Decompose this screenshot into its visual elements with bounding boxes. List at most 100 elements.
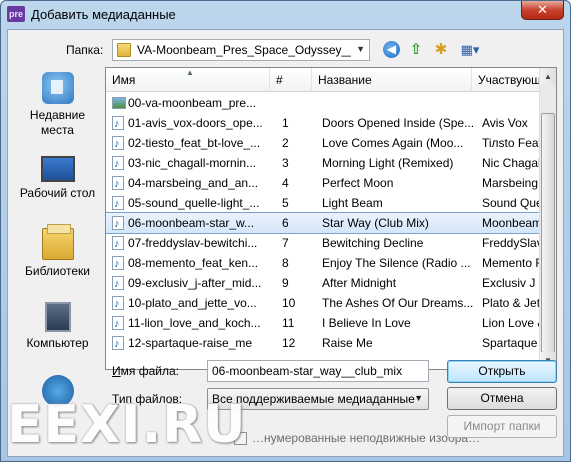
place-label: Компьютер: [26, 336, 89, 350]
track-number-cell: 5: [282, 196, 289, 210]
view-menu-icon[interactable]: ▦▾: [455, 40, 485, 60]
file-rows: 00-va-moonbeam_pre... 01-avis_vox-doors_o…: [106, 93, 541, 354]
audio-file-icon: [112, 294, 124, 314]
new-folder-icon[interactable]: ✱: [431, 40, 451, 60]
file-row[interactable]: 10-plato_and_jette_vo... 10 The Ashes Of O…: [106, 293, 540, 314]
filename-label: Имя файла:: [112, 364, 179, 378]
open-button[interactable]: Открыть: [447, 360, 557, 383]
up-folder-icon[interactable]: ⇧: [406, 40, 426, 60]
file-row[interactable]: 03-nic_chagall-mornin... 3 Morning Light (…: [106, 153, 540, 174]
artist-cell: Spartaque: [482, 336, 538, 350]
window-title: Добавить медиаданные: [31, 7, 176, 22]
place-recent[interactable]: Недавние места: [15, 72, 100, 138]
file-row[interactable]: 08-memento_feat_ken... 8 Enjoy The Silence…: [106, 253, 540, 274]
file-row[interactable]: 09-exclusiv_j-after_mid... 9 After Midnigh…: [106, 273, 540, 294]
filename-field[interactable]: [207, 360, 429, 382]
sort-ascending-icon: ▲: [186, 68, 194, 77]
close-button[interactable]: ✕: [521, 1, 564, 20]
back-icon[interactable]: ◀: [383, 41, 400, 58]
computer-icon: [44, 302, 71, 332]
file-row[interactable]: 06-moonbeam-star_w... 6 Star Way (Club Mix…: [106, 212, 541, 234]
file-row[interactable]: 11-lion_love_and_koch... 11 I Believe In L…: [106, 313, 540, 334]
track-number-cell: 9: [282, 276, 289, 290]
file-name-cell: 07-freddyslav-bewitchi...: [128, 236, 258, 250]
place-computer[interactable]: Компьютер: [15, 302, 100, 351]
track-number-cell: 2: [282, 136, 289, 150]
file-name-cell: 09-exclusiv_j-after_mid...: [128, 276, 262, 290]
chevron-down-icon: ▼: [356, 44, 365, 54]
file-row[interactable]: 04-marsbeing_and_an... 4 Perfect Moon Marsb…: [106, 173, 540, 194]
cancel-button[interactable]: Отмена: [447, 387, 557, 410]
artist-cell: Avis Vox: [482, 116, 528, 130]
track-number-cell: 12: [282, 336, 296, 350]
audio-file-icon: [112, 134, 124, 154]
artist-cell: Memento Fe: [482, 256, 540, 270]
artist-cell: Marsbeing &: [482, 176, 540, 190]
track-number-cell: 4: [282, 176, 289, 190]
file-name-cell: 00-va-moonbeam_pre...: [128, 96, 257, 110]
file-row[interactable]: 02-tiesto_feat_bt-love_... 2 Love Comes Ag…: [106, 133, 540, 154]
audio-file-icon: [112, 174, 124, 194]
lookin-combo[interactable]: VA-Moonbeam_Pres_Space_Odyssey__Venu ▼: [112, 39, 370, 61]
file-name-cell: 03-nic_chagall-mornin...: [128, 156, 257, 170]
track-title-cell: Love Comes Again (Moo...: [322, 136, 464, 150]
place-label: Недавние места: [29, 108, 86, 137]
file-row[interactable]: 07-freddyslav-bewitchi... 7 Bewitching Dec…: [106, 233, 540, 254]
chevron-down-icon: ▼: [414, 393, 423, 403]
image-file-icon: [112, 97, 126, 109]
vertical-scrollbar[interactable]: ▲ ▼: [539, 68, 556, 369]
import-folder-button[interactable]: Импорт папки: [447, 415, 557, 438]
list-header: ▲ Имя # Название Участвующ: [106, 68, 542, 92]
scrollbar-thumb[interactable]: [541, 113, 555, 353]
audio-file-icon: [112, 254, 124, 274]
title-bar[interactable]: pre Добавить медиаданные ✕: [1, 1, 570, 29]
track-title-cell: Perfect Moon: [322, 176, 394, 190]
file-name-cell: 08-memento_feat_ken...: [128, 256, 259, 270]
file-name-cell: 05-sound_quelle-light_...: [128, 196, 260, 210]
folder-icon: [117, 43, 131, 57]
recent-places-icon: [41, 72, 74, 104]
track-title-cell: I Believe In Love: [322, 316, 411, 330]
place-desktop[interactable]: Рабочий стол: [15, 152, 100, 201]
audio-file-icon: [112, 314, 124, 334]
audio-file-icon: [112, 194, 124, 214]
scroll-up-icon[interactable]: ▲: [540, 68, 556, 85]
place-libraries[interactable]: Библиотеки: [15, 224, 100, 279]
track-title-cell: Bewitching Decline: [322, 236, 424, 250]
artist-cell: Exclusiv J: [482, 276, 536, 290]
artist-cell: Lion Love &: [482, 316, 540, 330]
track-number-cell: 8: [282, 256, 289, 270]
track-title-cell: Raise Me: [322, 336, 373, 350]
track-number-cell: 1: [282, 116, 289, 130]
column-header-name[interactable]: ▲ Имя: [106, 68, 270, 92]
file-row[interactable]: 00-va-moonbeam_pre...: [106, 93, 540, 113]
track-title-cell: Light Beam: [322, 196, 383, 210]
column-header-title[interactable]: Название: [312, 68, 472, 92]
file-name-cell: 01-avis_vox-doors_ope...: [128, 116, 263, 130]
track-title-cell: After Midnight: [322, 276, 397, 290]
track-number-cell: 7: [282, 236, 289, 250]
audio-file-icon: [112, 274, 124, 294]
lookin-value: VA-Moonbeam_Pres_Space_Odyssey__Venu: [137, 43, 351, 57]
place-label: Библиотеки: [24, 264, 90, 278]
watermark-text: EEXI.RU: [7, 395, 247, 455]
artist-cell: Sound Quelle: [482, 196, 540, 210]
dialog-client-area: Папка: VA-Moonbeam_Pres_Space_Odyssey__V…: [7, 29, 564, 457]
premiere-app-icon: pre: [7, 6, 25, 22]
track-title-cell: Enjoy The Silence (Radio ...: [322, 256, 471, 270]
artist-cell: Nic Chagall: [482, 156, 540, 170]
column-header-number[interactable]: #: [270, 68, 312, 92]
artist-cell: Plato & Jette: [482, 296, 540, 310]
file-list[interactable]: ▲ Имя # Название Участвующ 00-va-moonbea…: [105, 67, 557, 370]
audio-file-icon: [112, 234, 124, 254]
track-number-cell: 11: [282, 316, 295, 330]
place-label: Рабочий стол: [19, 186, 96, 200]
file-row[interactable]: 05-sound_quelle-light_... 5 Light Beam Soun…: [106, 193, 540, 214]
track-number-cell: 6: [282, 216, 289, 230]
column-header-artist[interactable]: Участвующ: [472, 68, 542, 92]
file-name-cell: 10-plato_and_jette_vo...: [128, 296, 257, 310]
file-row[interactable]: 12-spartaque-raise_me 12 Raise Me Spartaque: [106, 333, 540, 354]
track-number-cell: 3: [282, 156, 289, 170]
file-row[interactable]: 01-avis_vox-doors_ope... 1 Doors Opened In…: [106, 113, 540, 134]
file-name-cell: 04-marsbeing_and_an...: [128, 176, 259, 190]
